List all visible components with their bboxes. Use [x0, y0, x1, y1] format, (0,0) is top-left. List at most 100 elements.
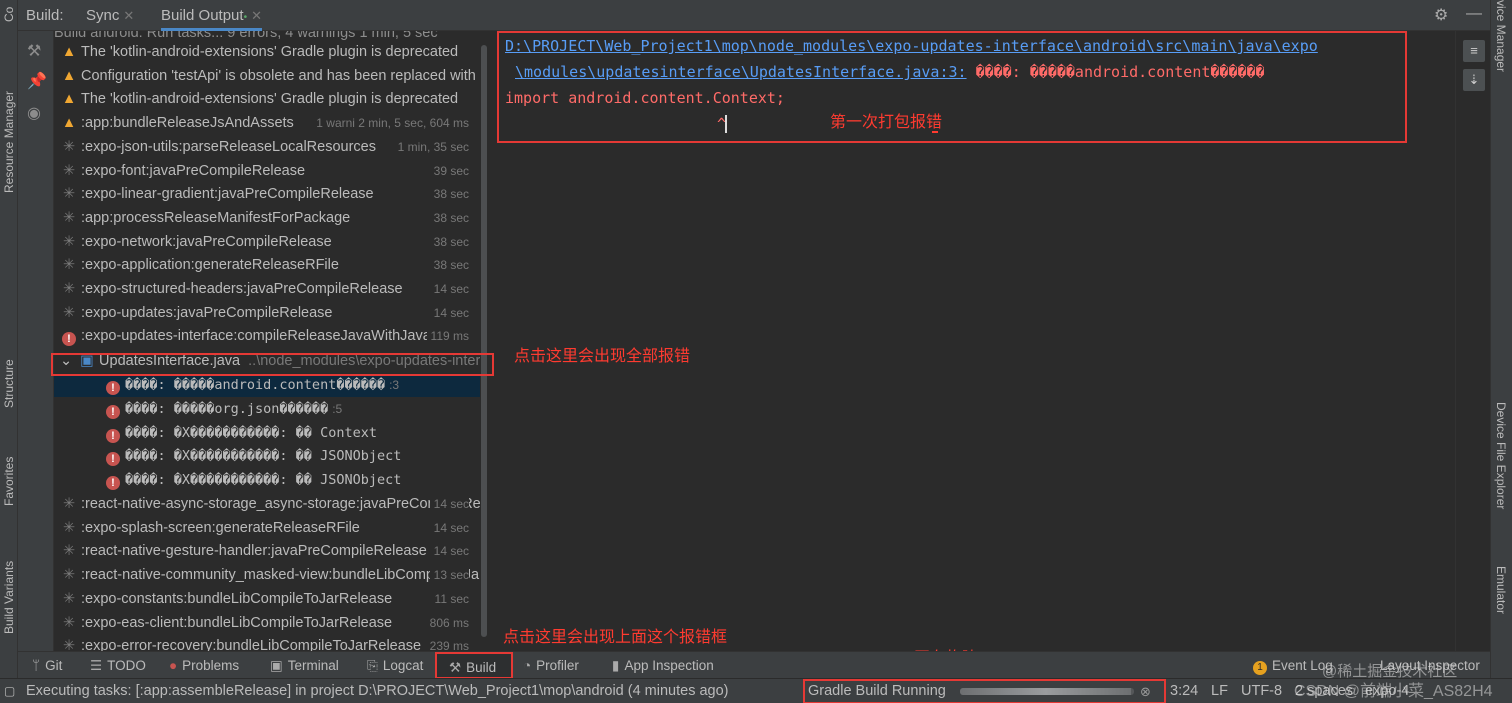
build-task-row[interactable]: ✳:expo-constants:bundleLibCompileToJarRe… [54, 587, 480, 611]
favorites-tab[interactable]: Favorites [2, 434, 16, 506]
compile-error-row[interactable]: ! ����: �X�����������: �� JSONObject [54, 469, 480, 492]
status-square-icon[interactable]: ▢ [4, 679, 15, 703]
error-icon: ! [104, 445, 122, 468]
task-label: :expo-json-utils:parseReleaseLocalResour… [81, 138, 376, 155]
build-task-row[interactable]: ✳:expo-network:javaPreCompileRelease 38 s… [54, 230, 480, 254]
cursor-position[interactable]: 3:24 [1170, 679, 1198, 703]
status-message[interactable]: Executing tasks: [:app:assembleRelease] … [26, 679, 729, 703]
compile-error-row[interactable]: ! ����: �X�����������: �� JSONObject [54, 445, 480, 468]
tab-build-output[interactable]: Build Output• ✕ [161, 0, 262, 31]
gradle-build-running[interactable]: Gradle Build Running [808, 679, 946, 703]
status-bar: ▢ Executing tasks: [:app:assembleRelease… [0, 678, 1512, 703]
tool-profiler[interactable]: ◔ Profiler [523, 652, 579, 679]
build-task-row[interactable]: ✳:expo-structured-headers:javaPreCompile… [54, 278, 480, 301]
task-duration: 38 sec [429, 254, 469, 278]
hammer-icon: ⚒ [449, 660, 462, 675]
todo-icon: ☰ [90, 658, 103, 673]
build-task-row[interactable]: ✳:react-native-gesture-handler:javaPreCo… [54, 540, 480, 564]
resource-manager-tab[interactable]: Resource Manager [2, 58, 16, 193]
build-task-row[interactable]: ▲ The 'kotlin-android-extensions' Gradle … [54, 88, 480, 111]
task-label: :react-native-async-storage_async-storag… [81, 496, 480, 512]
compile-error-text: ����: �X�����������: �� JSONObject [125, 448, 402, 465]
console-tools: ≡ ⇣ [1455, 31, 1490, 651]
tool-todo[interactable]: ☰ TODO [90, 652, 146, 679]
build-task-row[interactable]: ✳:expo-updates:javaPreCompileRelease 14 s… [54, 301, 480, 325]
build-task-row[interactable]: ✳:expo-eas-client:bundleLibCompileToJarR… [54, 611, 480, 635]
tool-profiler-label: Profiler [536, 658, 579, 673]
spinner-icon: ✳ [62, 281, 76, 297]
close-icon[interactable]: ✕ [123, 8, 134, 23]
build-task-row[interactable]: ✳:expo-application:generateReleaseRFile 3… [54, 254, 480, 278]
event-log-button[interactable]: 1 Event Log [1253, 652, 1333, 679]
task-label: :expo-error-recovery:bundleLibCompileToJ… [81, 638, 422, 651]
tool-app-inspection-label: App Inspection [624, 658, 714, 673]
spinner-icon: ✳ [62, 257, 76, 274]
build-task-row[interactable]: ✳:expo-splash-screen:generateReleaseRFil… [54, 516, 480, 540]
annotation-first-build-error: 第一次打包报错 [830, 114, 943, 131]
build-tool-header: Build: Sync ✕ Build Output• ✕ ⚙ — [18, 0, 1490, 31]
build-task-row[interactable]: ✳:expo-linear-gradient:javaPreCompileRel… [54, 183, 480, 207]
task-duration: 14 sec [429, 516, 469, 540]
commit-tab-label[interactable]: Co [2, 0, 16, 22]
task-label: :expo-network:javaPreCompileRelease [81, 233, 332, 250]
line-separator[interactable]: LF [1211, 679, 1228, 703]
tool-problems[interactable]: ● Problems [169, 652, 239, 679]
build-task-row[interactable]: ✳:expo-font:javaPreCompileRelease 39 sec [54, 159, 480, 183]
build-task-row[interactable]: ✳ :expo-error-recovery:bundleLibCompileTo… [54, 635, 480, 651]
scroll-thumb[interactable] [481, 45, 487, 637]
spinner-icon: ✳ [62, 638, 76, 651]
tool-build[interactable]: ⚒ Build [435, 652, 513, 679]
build-tool-actions: ⚒ 📌 ◉ [18, 31, 54, 651]
spinner-icon: ✳ [62, 186, 76, 203]
compile-error-row[interactable]: ! ����: �X�����������: �� Context [54, 422, 480, 445]
task-label: :react-native-gesture-handler:javaPreCom… [81, 543, 427, 560]
compile-error-text: ����: �����android.content������ [125, 377, 386, 393]
compile-error-row[interactable]: ! ����: �����android.content������:3 [54, 374, 480, 397]
structure-tab[interactable]: Structure [2, 336, 16, 408]
pin-icon[interactable]: 📌 [27, 71, 47, 91]
build-task-row[interactable]: ✳:app:processReleaseManifestForPackage 38… [54, 206, 480, 230]
compile-error-line: :3 [389, 378, 400, 392]
cancel-build-icon[interactable]: ⊗ [1140, 679, 1151, 703]
build-task-row[interactable]: ✳:expo-json-utils:parseReleaseLocalResou… [54, 135, 480, 159]
annotation-click-show-all: 点击这里会出现全部报错 [514, 348, 691, 365]
spinner-icon: ✳ [62, 233, 76, 250]
scroll-to-end-icon[interactable]: ⇣ [1463, 69, 1485, 91]
spinner-icon: ✳ [62, 304, 76, 321]
task-label: Configuration 'testApi' is obsolete and … [81, 67, 476, 84]
tool-app-inspection[interactable]: ▮ App Inspection [612, 652, 714, 679]
build-task-row[interactable]: ✳:react-native-async-storage_async-stora… [54, 493, 480, 516]
tool-logcat[interactable]: ⎘ Logcat [367, 652, 423, 679]
tool-git[interactable]: ᛘ Git [32, 652, 62, 679]
tool-logcat-label: Logcat [382, 658, 424, 673]
soft-wrap-icon[interactable]: ≡ [1463, 40, 1485, 62]
tool-terminal[interactable]: ▣ Terminal [270, 652, 339, 679]
compile-error-text: ����: �X�����������: �� Context [125, 424, 377, 441]
file-encoding[interactable]: UTF-8 [1241, 679, 1282, 703]
eye-icon[interactable]: ◉ [27, 103, 41, 123]
task-duration: 14 sec [429, 278, 469, 301]
task-duration: 119 ms [426, 325, 469, 349]
task-label: :expo-updates:javaPreCompileRelease [81, 304, 333, 321]
build-variants-tab[interactable]: Build Variants [2, 534, 16, 634]
device-file-explorer-tab[interactable]: Device File Explorer [1494, 402, 1508, 542]
gear-icon[interactable]: ⚙ [1434, 5, 1448, 25]
build-task-row[interactable]: ▲ The 'kotlin-android-extensions' Gradle … [54, 41, 480, 64]
compile-error-row[interactable]: ! ����: �����org.json������:5 [54, 398, 480, 421]
tree-scrollbar[interactable] [480, 31, 489, 651]
tab-sync[interactable]: Sync ✕ [86, 0, 134, 31]
build-task-row[interactable]: ✳:react-native-community_masked-view:bun… [54, 564, 480, 588]
emulator-tab[interactable]: Emulator [1494, 566, 1508, 641]
minimize-icon[interactable]: — [1466, 5, 1482, 23]
task-label: :expo-constants:bundleLibCompileToJarRel… [81, 590, 393, 607]
close-icon[interactable]: ✕ [251, 8, 262, 23]
compile-error-line: :5 [332, 401, 343, 416]
task-duration: 13 sec [429, 564, 469, 588]
profiler-icon: ◔ [523, 658, 532, 673]
hammer-icon[interactable]: ⚒ [27, 41, 41, 61]
build-task-row[interactable]: ▲:app:bundleReleaseJsAndAssets 1 warni 2 … [54, 112, 480, 136]
device-manager-tab[interactable]: vice Manager [1494, 0, 1508, 90]
build-task-row[interactable]: !:expo-updates-interface:compileReleaseJ… [54, 325, 480, 349]
tree-root-label: Build android: Run tasks... 9 errors, 4 … [54, 31, 438, 41]
build-task-row[interactable]: ▲ Configuration 'testApi' is obsolete and… [54, 65, 480, 88]
